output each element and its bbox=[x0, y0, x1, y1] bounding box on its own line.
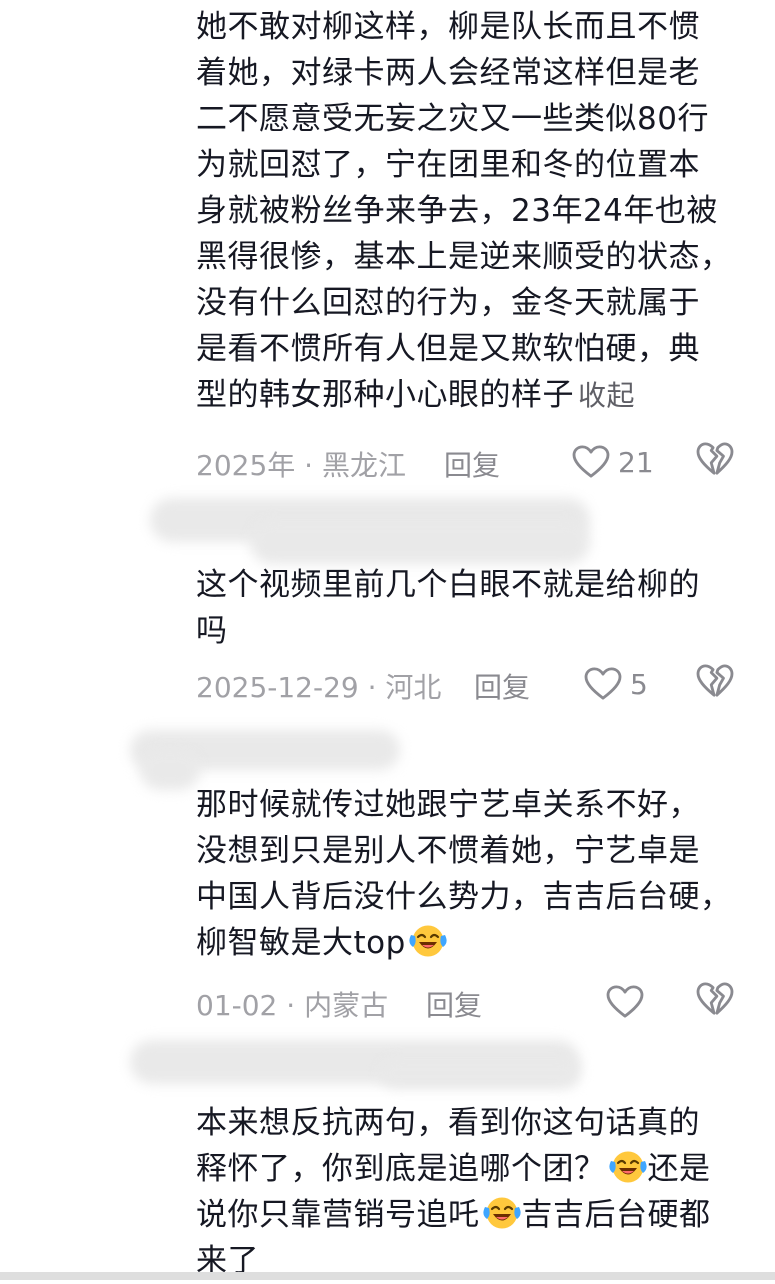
like-button[interactable]: 5 bbox=[584, 662, 648, 706]
comment-line: 没有什么回怼的行为，金冬天就属于 bbox=[196, 285, 700, 321]
broken-heart-icon bbox=[696, 664, 734, 698]
comment-3: 那时候就传过她跟宁艺卓关系不好， 没想到只是别人不惯着她，宁艺卓是 中国人背后没… bbox=[196, 782, 756, 966]
comment-line-last: 柳智敏是大top bbox=[196, 920, 756, 966]
comment-line: 这个视频里前几个白眼不就是给柳的 bbox=[196, 567, 700, 603]
comment-segment: 吉吉后台硬都 bbox=[521, 1197, 711, 1233]
date-location: 2025年 · 黑龙江 bbox=[196, 449, 406, 482]
laughing-crying-emoji-icon bbox=[408, 923, 448, 959]
comment-line: 说你只靠营销号追吒 吉吉后台硬都 bbox=[196, 1192, 756, 1238]
date-location: 01-02 · 内蒙古 bbox=[196, 989, 389, 1022]
comment-line: 黑得很惨，基本上是逆来顺受的状态， bbox=[196, 239, 732, 275]
date-location: 2025-12-29 · 河北 bbox=[196, 671, 442, 704]
comment-2-meta: 2025-12-29 · 河北 回复 5 bbox=[196, 662, 756, 706]
dislike-button[interactable] bbox=[696, 442, 734, 483]
comment-line: 中国人背后没什么势力，吉吉后台硬， bbox=[196, 879, 732, 915]
blurred-username bbox=[140, 750, 200, 790]
dislike-button[interactable] bbox=[696, 664, 734, 705]
comment-line: 着她，对绿卡两人会经常这样但是老 bbox=[196, 55, 700, 91]
laughing-crying-emoji-icon bbox=[482, 1195, 522, 1231]
like-button[interactable] bbox=[606, 980, 652, 1024]
comment-segment: 说你只靠营销号追吒 bbox=[196, 1197, 480, 1233]
like-count: 5 bbox=[630, 667, 648, 701]
comment-line: 本来想反抗两句，看到你这句话真的 bbox=[196, 1105, 700, 1141]
comment-segment: 释怀了，你到底是追哪个团？ bbox=[196, 1151, 606, 1187]
comment-line: 为就回怼了，宁在团里和冬的位置本 bbox=[196, 147, 700, 183]
comment-2: 这个视频里前几个白眼不就是给柳的 吗 bbox=[196, 562, 756, 654]
comment-line: 吗 bbox=[196, 613, 228, 649]
comment-line: 那时候就传过她跟宁艺卓关系不好， bbox=[196, 787, 700, 823]
comment-line: 没想到只是别人不惯着她，宁艺卓是 bbox=[196, 833, 700, 869]
collapse-link[interactable]: 收起 bbox=[578, 379, 635, 412]
comment-3-meta: 01-02 · 内蒙古 回复 bbox=[196, 980, 756, 1024]
comment-line: 柳智敏是大top bbox=[196, 925, 406, 961]
comment-4-text: 本来想反抗两句，看到你这句话真的 释怀了，你到底是追哪个团？ 还是 说你只靠营销号… bbox=[196, 1100, 756, 1284]
comment-1-text: 她不敢对柳这样，柳是队长而且不惯 着她，对绿卡两人会经常这样但是老 二不愿意受无… bbox=[196, 4, 756, 419]
heart-outline-icon bbox=[606, 985, 644, 1019]
comment-line: 二不愿意受无妄之灾又一些类似80行 bbox=[196, 101, 709, 137]
broken-heart-icon bbox=[696, 982, 734, 1016]
reply-button[interactable]: 回复 bbox=[426, 984, 482, 1024]
like-count: 21 bbox=[618, 445, 654, 479]
comment-3-text: 那时候就传过她跟宁艺卓关系不好， 没想到只是别人不惯着她，宁艺卓是 中国人背后没… bbox=[196, 782, 756, 966]
comment-line: 释怀了，你到底是追哪个团？ 还是 bbox=[196, 1146, 756, 1192]
bottom-divider bbox=[0, 1272, 775, 1280]
comment-1-meta: 2025年 · 黑龙江 回复 21 bbox=[196, 440, 756, 484]
comment-line: 她不敢对柳这样，柳是队长而且不惯 bbox=[196, 9, 700, 45]
dislike-button[interactable] bbox=[696, 982, 734, 1023]
comment-1: 她不敢对柳这样，柳是队长而且不惯 着她，对绿卡两人会经常这样但是老 二不愿意受无… bbox=[196, 4, 756, 419]
comment-line-last: 型的韩女那种小心眼的样子 收起 bbox=[196, 372, 756, 419]
comment-line: 身就被粉丝争来争去，23年24年也被 bbox=[196, 193, 718, 229]
laughing-crying-emoji-icon bbox=[608, 1149, 648, 1185]
heart-outline-icon bbox=[584, 667, 622, 701]
broken-heart-icon bbox=[696, 442, 734, 476]
comment-line: 是看不惯所有人但是又欺软怕硬，典 bbox=[196, 331, 700, 367]
blurred-username bbox=[380, 1058, 580, 1088]
comment-line: 型的韩女那种小心眼的样子 bbox=[196, 377, 574, 413]
comment-4: 本来想反抗两句，看到你这句话真的 释怀了，你到底是追哪个团？ 还是 说你只靠营销号… bbox=[196, 1100, 756, 1284]
reply-button[interactable]: 回复 bbox=[474, 666, 530, 706]
heart-outline-icon bbox=[572, 445, 610, 479]
blurred-username bbox=[250, 520, 590, 564]
reply-button[interactable]: 回复 bbox=[444, 444, 500, 484]
comment-2-text: 这个视频里前几个白眼不就是给柳的 吗 bbox=[196, 562, 756, 654]
like-button[interactable]: 21 bbox=[572, 440, 654, 484]
comment-segment: 还是 bbox=[647, 1151, 711, 1187]
